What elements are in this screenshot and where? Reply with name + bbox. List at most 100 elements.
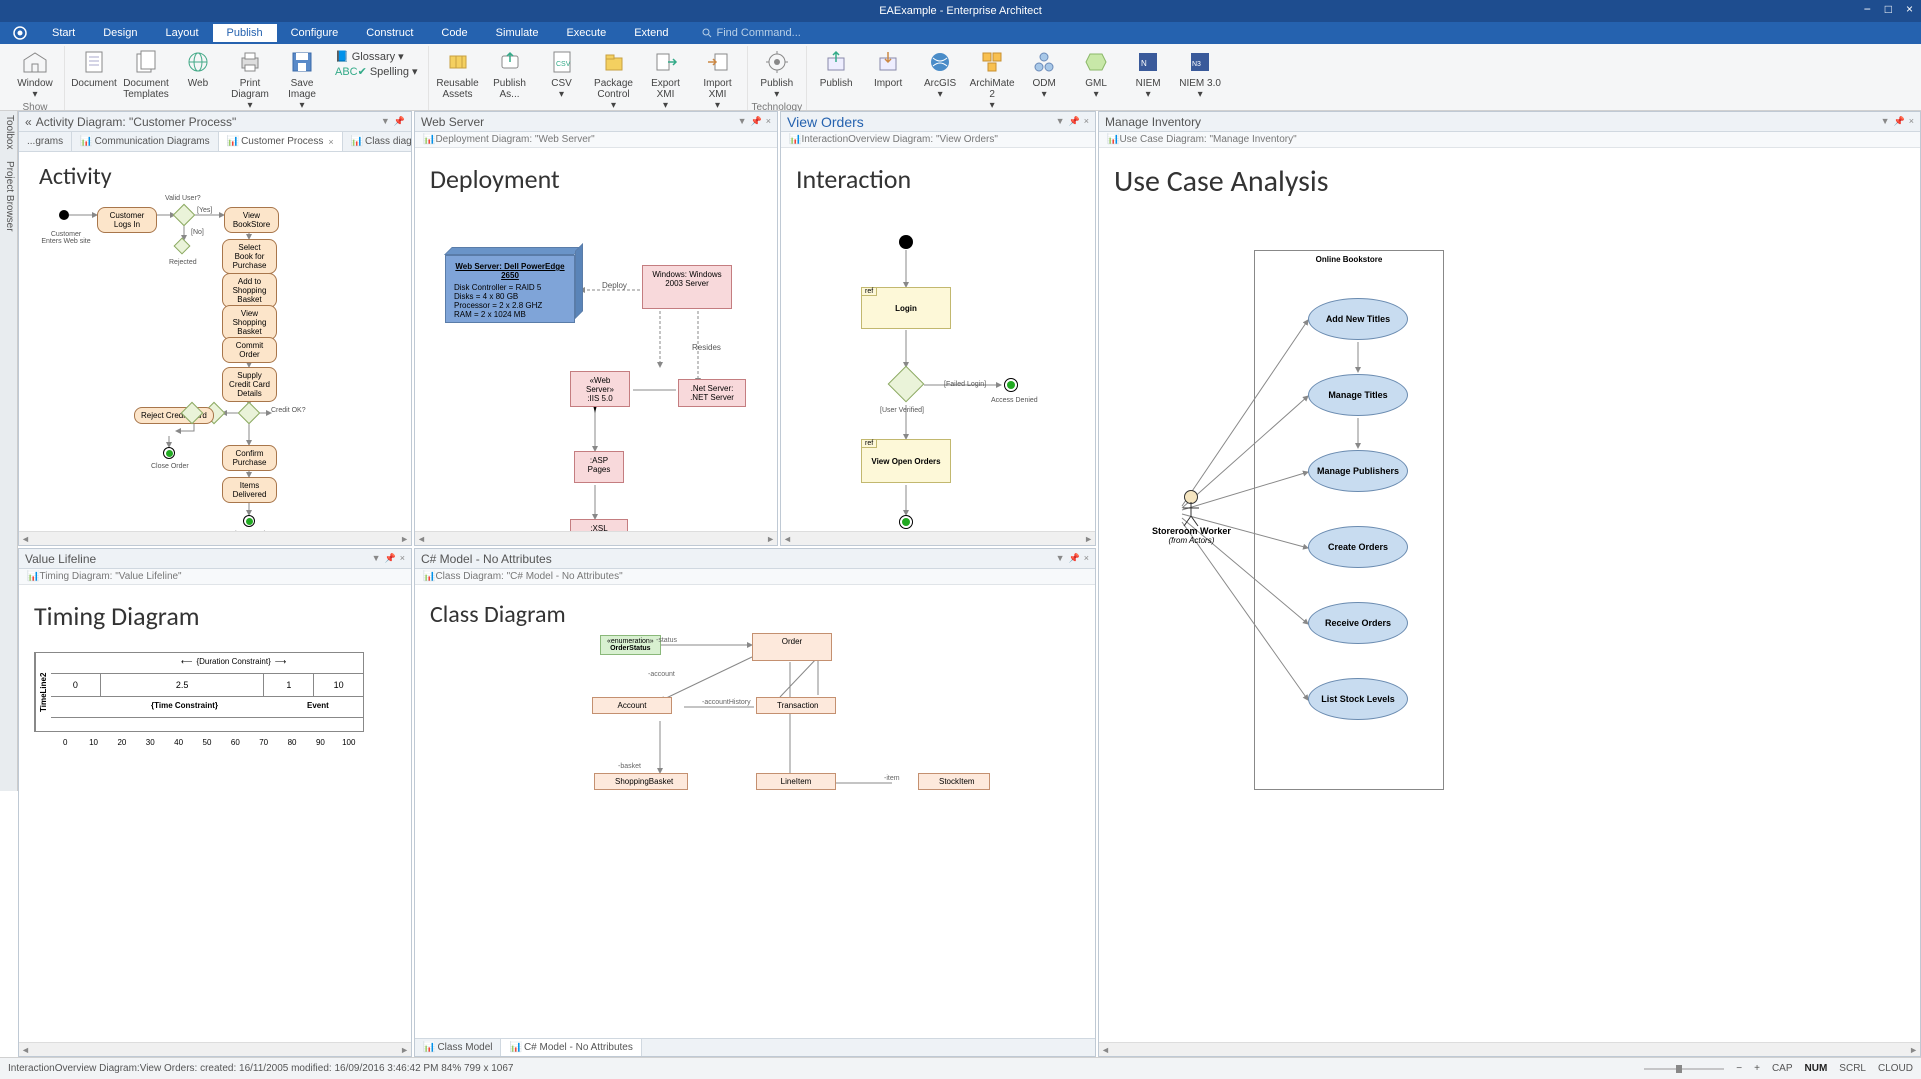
tab-customer-process[interactable]: 📊Customer Process× — [219, 132, 343, 151]
ribbon-spelling[interactable]: ABC✔Spelling ▾ — [335, 65, 418, 78]
ribbon-archimate[interactable]: ArchiMate 2▾ — [967, 46, 1017, 113]
pane-webserver: Web Server ▼ 📌 × 📊Deployment Diagram: "W… — [414, 111, 778, 546]
canvas-activity[interactable]: Activity — [19, 152, 411, 531]
tab-grams[interactable]: ...grams — [19, 132, 72, 151]
tab-communication[interactable]: 📊Communication Diagrams — [72, 132, 219, 151]
menu-layout[interactable]: Layout — [151, 24, 212, 42]
uc-manage-titles: Manage Titles — [1308, 374, 1408, 416]
find-command[interactable]: Find Command... — [702, 27, 800, 39]
scrollbar-h[interactable]: ◄► — [781, 531, 1095, 545]
ribbon-gml[interactable]: GML▾ — [1071, 46, 1121, 102]
canvas-interaction[interactable]: Interaction ref Login [User Verified] — [781, 148, 1095, 531]
uc-add-titles: Add New Titles — [1308, 298, 1408, 340]
pin-icon[interactable]: 📌 — [751, 116, 762, 127]
scrollbar-h[interactable]: ◄► — [415, 531, 777, 545]
scrollbar-h[interactable]: ◄► — [19, 531, 411, 545]
ribbon-niem[interactable]: NNIEM▾ — [1123, 46, 1173, 102]
dropdown-icon[interactable]: ▼ — [1881, 116, 1890, 127]
ribbon-doc-templates[interactable]: Document Templates — [121, 46, 171, 102]
pin-icon[interactable]: 📌 — [394, 116, 405, 127]
pin-icon[interactable]: 📌 — [1069, 116, 1080, 127]
menu-construct[interactable]: Construct — [352, 24, 427, 42]
ribbon-export-xmi[interactable]: Export XMI▾ — [641, 46, 691, 113]
node-server: Web Server: Dell PowerEdge 2650 Disk Con… — [445, 255, 575, 323]
menu-publish[interactable]: Publish — [213, 24, 277, 42]
close-pane-icon[interactable]: × — [1084, 116, 1089, 127]
dropdown-icon: ▾ — [715, 100, 720, 111]
menu-configure[interactable]: Configure — [277, 24, 353, 42]
timing-frame: TimeLine2 ⟵{Duration Constraint}⟶ 0 2.5 … — [34, 652, 364, 732]
tech-publish-icon — [762, 48, 792, 76]
arcgis-icon — [925, 48, 955, 76]
ribbon-publish-as[interactable]: Publish As... — [485, 46, 535, 102]
ribbon-print-diagram[interactable]: Print Diagram▾ — [225, 46, 275, 113]
diagram-title: Use Case Analysis — [1114, 163, 1905, 200]
ribbon-web[interactable]: Web — [173, 46, 223, 91]
minimize-icon[interactable]: − — [1860, 2, 1875, 16]
close-icon[interactable]: × — [1902, 2, 1917, 16]
ribbon-reusable-assets[interactable]: Reusable Assets — [433, 46, 483, 102]
ribbon-tech-publish[interactable]: Publish▾ — [752, 46, 802, 102]
nav-back-icon[interactable]: « — [25, 115, 32, 129]
ribbon-package-control[interactable]: Package Control▾ — [589, 46, 639, 113]
ribbon-niem30[interactable]: N3NIEM 3.0▾ — [1175, 46, 1225, 102]
canvas-usecase[interactable]: Use Case Analysis Online Bookstore — [1099, 148, 1920, 1042]
dropdown-icon: ▾ — [938, 89, 943, 100]
maximize-icon[interactable]: □ — [1881, 2, 1896, 16]
close-pane-icon[interactable]: × — [766, 116, 771, 127]
zoom-slider[interactable] — [1644, 1064, 1724, 1074]
menu-execute[interactable]: Execute — [552, 24, 620, 42]
export-icon — [651, 48, 681, 76]
ribbon-save-image[interactable]: Save Image▾ — [277, 46, 327, 113]
ribbon-arcgis[interactable]: ArcGIS▾ — [915, 46, 965, 102]
dropdown-icon: ▾ — [559, 89, 564, 100]
tab-class-diagrams[interactable]: 📊Class diagrams — [343, 132, 411, 151]
ribbon-window[interactable]: Window ▾ — [10, 46, 60, 102]
dropdown-icon[interactable]: ▼ — [1056, 553, 1065, 564]
canvas-timing[interactable]: Timing Diagram TimeLine2 ⟵{Duration Cons… — [19, 585, 411, 1042]
tab-class-model[interactable]: 📊Class Model — [415, 1039, 501, 1056]
canvas-class[interactable]: Class Diagram «enumeration» OrderStatus — [415, 585, 1095, 1038]
ribbon-glossary[interactable]: 📘Glossary ▾ — [335, 50, 418, 63]
menu-design[interactable]: Design — [89, 24, 151, 42]
pane-activity: « Activity Diagram: "Customer Process" ▼… — [18, 111, 412, 546]
tab-csharp-model[interactable]: 📊C# Model - No Attributes — [501, 1039, 641, 1056]
app-logo-icon[interactable] — [10, 25, 30, 41]
cls-basket: ShoppingBasket — [594, 773, 688, 790]
menu-simulate[interactable]: Simulate — [482, 24, 553, 42]
ribbon-technologies-import[interactable]: Import — [863, 46, 913, 91]
close-pane-icon[interactable]: × — [1084, 553, 1089, 564]
close-pane-icon[interactable]: × — [1909, 116, 1914, 127]
dropdown-icon: ▾ — [32, 89, 37, 100]
pin-icon[interactable]: 📌 — [1894, 116, 1905, 127]
pane-vieworders-sub: 📊InteractionOverview Diagram: "View Orde… — [781, 132, 1095, 148]
pin-icon[interactable]: 📌 — [385, 553, 396, 564]
menu-extend[interactable]: Extend — [620, 24, 682, 42]
scrollbar-h[interactable]: ◄► — [1099, 1042, 1920, 1056]
dropdown-icon[interactable]: ▼ — [372, 553, 381, 564]
close-tab-icon[interactable]: × — [328, 137, 333, 147]
scrollbar-h[interactable]: ◄► — [19, 1042, 411, 1056]
ribbon-csv[interactable]: CSVCSV▾ — [537, 46, 587, 102]
ribbon-import-xmi[interactable]: Import XMI▾ — [693, 46, 743, 113]
menu-start[interactable]: Start — [38, 24, 89, 42]
uc-list-stock: List Stock Levels — [1308, 678, 1408, 720]
dropdown-icon[interactable]: ▼ — [381, 116, 390, 127]
ribbon-technologies-publish[interactable]: Publish — [811, 46, 861, 91]
decision-credit — [238, 402, 261, 425]
status-num: NUM — [1805, 1063, 1828, 1074]
dropdown-icon: ▾ — [299, 100, 304, 111]
ribbon-odm[interactable]: ODM▾ — [1019, 46, 1069, 102]
pane-inventory: Manage Inventory ▼ 📌 × 📊Use Case Diagram… — [1098, 111, 1921, 1057]
dropdown-icon[interactable]: ▼ — [1056, 116, 1065, 127]
pane-activity-tabs: ...grams 📊Communication Diagrams 📊Custom… — [19, 132, 411, 152]
close-pane-icon[interactable]: × — [400, 553, 405, 564]
ribbon-document[interactable]: Document — [69, 46, 119, 91]
pin-icon[interactable]: 📌 — [1069, 553, 1080, 564]
menu-code[interactable]: Code — [427, 24, 481, 42]
merge-reject — [174, 238, 191, 255]
dropdown-icon[interactable]: ▼ — [738, 116, 747, 127]
canvas-deployment[interactable]: Deployment Web Server: Dell PowerEdge 26… — [415, 148, 777, 531]
siderail-project-browser[interactable]: Project Browser — [2, 161, 15, 232]
siderail-toolbox[interactable]: Toolbox — [2, 115, 15, 149]
